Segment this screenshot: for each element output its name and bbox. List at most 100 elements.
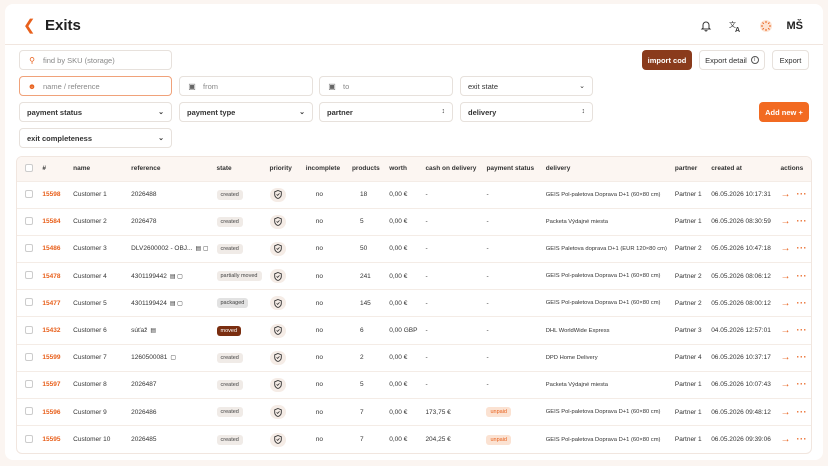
col-cash-on-delivery[interactable]: cash on delivery bbox=[421, 157, 482, 181]
document-icon[interactable]: ▤ ▢ bbox=[195, 245, 208, 252]
exit-completeness-select[interactable]: exit completeness ⌄ bbox=[19, 128, 172, 148]
table-row[interactable]: 15599 Customer 7 1260500081 ▢ created no … bbox=[17, 344, 811, 371]
exit-id-link[interactable]: 15432 bbox=[42, 327, 60, 334]
payment-type-select[interactable]: payment type ⌄ bbox=[179, 102, 313, 122]
arrow-right-icon[interactable]: → bbox=[781, 189, 791, 200]
more-options-icon[interactable]: ··· bbox=[797, 434, 808, 444]
loader-icon[interactable] bbox=[757, 17, 775, 35]
arrow-right-icon[interactable]: → bbox=[781, 434, 791, 445]
arrow-right-icon[interactable]: → bbox=[781, 379, 791, 390]
exit-state-select[interactable]: exit state ⌄ bbox=[460, 76, 593, 96]
shield-icon[interactable] bbox=[269, 350, 286, 365]
col-id[interactable]: # bbox=[38, 157, 69, 181]
exit-id-link[interactable]: 15598 bbox=[42, 191, 60, 198]
row-checkbox[interactable] bbox=[17, 235, 38, 262]
row-checkbox[interactable] bbox=[17, 426, 38, 453]
customer-name: Customer 2 bbox=[73, 218, 107, 226]
shield-icon[interactable] bbox=[269, 432, 286, 447]
export-button[interactable]: Export bbox=[772, 50, 809, 70]
col-incomplete[interactable]: incomplete bbox=[302, 157, 348, 181]
user-avatar[interactable]: MŠ bbox=[787, 20, 804, 32]
table-row[interactable]: 15486 Customer 3 DLV2600002 - OBJ... ▤ ▢ … bbox=[17, 235, 811, 262]
col-partner[interactable]: partner bbox=[671, 157, 707, 181]
import-cod-button[interactable]: import cod bbox=[642, 50, 692, 70]
document-icon[interactable]: ▤ ▢ bbox=[170, 273, 183, 280]
arrow-right-icon[interactable]: → bbox=[781, 352, 791, 363]
date-to-input[interactable]: ▣ to bbox=[319, 76, 453, 96]
exit-id-link[interactable]: 15599 bbox=[42, 354, 60, 361]
more-options-icon[interactable]: ··· bbox=[797, 325, 808, 335]
col-priority[interactable]: priority bbox=[266, 157, 302, 181]
document-icon[interactable]: ▤ bbox=[150, 327, 156, 334]
more-options-icon[interactable]: ··· bbox=[797, 298, 808, 308]
table-row[interactable]: 15432 Customer 6 súťaž ▤ moved no 6 0,00 … bbox=[17, 316, 811, 344]
row-checkbox[interactable] bbox=[17, 263, 38, 290]
arrow-right-icon[interactable]: → bbox=[781, 407, 791, 418]
more-options-icon[interactable]: ··· bbox=[797, 379, 808, 389]
row-checkbox[interactable] bbox=[17, 344, 38, 371]
col-state[interactable]: state bbox=[213, 157, 266, 181]
table-row[interactable]: 15478 Customer 4 4301199442 ▤ ▢ partially… bbox=[17, 262, 811, 290]
more-options-icon[interactable]: ··· bbox=[797, 189, 808, 199]
table-row[interactable]: 15597 Customer 8 2026487 created no 5 0,… bbox=[17, 371, 811, 398]
col-products[interactable]: products bbox=[348, 157, 385, 181]
exit-id-link[interactable]: 15478 bbox=[42, 273, 60, 280]
more-options-icon[interactable]: ··· bbox=[797, 216, 808, 226]
table-row[interactable]: 15595 Customer 10 2026485 created no 7 0… bbox=[17, 425, 811, 453]
table-row[interactable]: 15477 Customer 5 4301199424 ▤ ▢ packaged … bbox=[17, 289, 811, 317]
shield-icon[interactable] bbox=[269, 269, 286, 284]
more-options-icon[interactable]: ··· bbox=[797, 271, 808, 281]
table-row[interactable]: 15584 Customer 2 2026478 created no 5 0,… bbox=[17, 208, 811, 235]
delivery-select[interactable]: delivery ↕ bbox=[460, 102, 593, 122]
shield-icon[interactable] bbox=[269, 187, 286, 202]
shield-icon[interactable] bbox=[269, 296, 286, 311]
more-options-icon[interactable]: ··· bbox=[797, 407, 808, 417]
exit-id-link[interactable]: 15595 bbox=[42, 436, 60, 443]
row-checkbox[interactable] bbox=[17, 371, 38, 398]
shield-icon[interactable] bbox=[269, 323, 286, 338]
exit-id-link[interactable]: 15477 bbox=[42, 300, 60, 307]
row-checkbox[interactable] bbox=[17, 399, 38, 426]
document-icon[interactable]: ▢ bbox=[170, 354, 176, 361]
row-checkbox[interactable] bbox=[17, 290, 38, 317]
row-checkbox[interactable] bbox=[17, 181, 38, 208]
exit-id-link[interactable]: 15597 bbox=[42, 381, 60, 388]
select-all-checkbox[interactable] bbox=[17, 157, 38, 181]
sku-search-input[interactable]: ⚲ find by SKU (storage) bbox=[19, 50, 172, 70]
shield-icon[interactable] bbox=[269, 405, 286, 420]
arrow-right-icon[interactable]: → bbox=[781, 243, 791, 254]
partner-select[interactable]: partner ↕ bbox=[319, 102, 453, 122]
col-delivery[interactable]: delivery bbox=[542, 157, 671, 181]
col-reference[interactable]: reference bbox=[127, 157, 212, 181]
arrow-right-icon[interactable]: → bbox=[781, 298, 791, 309]
shield-icon[interactable] bbox=[269, 377, 286, 392]
more-options-icon[interactable]: ··· bbox=[797, 352, 808, 362]
translate-icon[interactable]: 文A bbox=[727, 17, 745, 35]
col-payment-status[interactable]: payment status bbox=[482, 157, 541, 181]
row-checkbox[interactable] bbox=[17, 208, 38, 235]
payment-status-select[interactable]: payment status ⌄ bbox=[19, 102, 172, 122]
exit-id-link[interactable]: 15584 bbox=[42, 218, 60, 225]
col-name[interactable]: name bbox=[69, 157, 127, 181]
shield-icon[interactable] bbox=[269, 241, 286, 256]
document-icon[interactable]: ▤ ▢ bbox=[170, 300, 183, 307]
export-detail-button[interactable]: Export detail i bbox=[699, 50, 765, 70]
table-row[interactable]: 15598 Customer 1 2026488 created no 18 0… bbox=[17, 181, 811, 208]
bell-icon[interactable] bbox=[697, 17, 715, 35]
arrow-right-icon[interactable]: → bbox=[781, 271, 791, 282]
more-options-icon[interactable]: ··· bbox=[797, 243, 808, 253]
row-checkbox[interactable] bbox=[17, 317, 38, 344]
date-from-input[interactable]: ▣ from bbox=[179, 76, 313, 96]
col-worth[interactable]: worth bbox=[385, 157, 421, 181]
arrow-right-icon[interactable]: → bbox=[781, 325, 791, 336]
col-created-at[interactable]: created at bbox=[707, 157, 776, 181]
add-new-button[interactable]: Add new + bbox=[759, 102, 809, 122]
shield-icon[interactable] bbox=[269, 214, 286, 229]
exit-id-link[interactable]: 15486 bbox=[42, 245, 60, 252]
name-reference-input[interactable]: ☻ name / reference bbox=[19, 76, 172, 96]
back-arrow-icon[interactable]: ❮ bbox=[23, 18, 37, 34]
customer-name: Customer 3 bbox=[73, 245, 107, 253]
table-row[interactable]: 15596 Customer 9 2026486 created no 7 0,… bbox=[17, 398, 811, 426]
exit-id-link[interactable]: 15596 bbox=[42, 409, 60, 416]
arrow-right-icon[interactable]: → bbox=[781, 216, 791, 227]
